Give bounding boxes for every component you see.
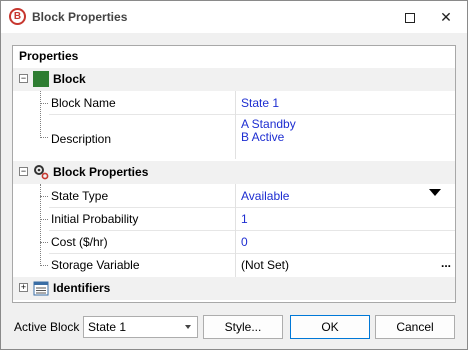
property-name: Cost ($/hr) bbox=[51, 235, 108, 249]
property-name: Block Name bbox=[51, 96, 116, 110]
property-value-line[interactable]: B Active bbox=[241, 130, 284, 144]
property-row-description[interactable]: Description A Standby B Active bbox=[13, 115, 455, 159]
style-button[interactable]: Style... bbox=[203, 315, 283, 339]
active-block-value: State 1 bbox=[88, 320, 127, 334]
property-value[interactable]: 0 bbox=[241, 235, 248, 249]
category-block[interactable]: − Block bbox=[13, 68, 455, 91]
property-grid-header: Properties bbox=[19, 49, 79, 63]
gears-icon bbox=[34, 165, 49, 180]
calendar-list-icon bbox=[33, 281, 49, 296]
collapse-toggle-icon[interactable]: − bbox=[19, 167, 28, 176]
category-label: Block Properties bbox=[53, 165, 149, 179]
block-properties-window: B Block Properties ✕ Properties − Block … bbox=[0, 0, 468, 350]
property-row-storage-variable[interactable]: Storage Variable (Not Set) ... bbox=[13, 254, 455, 277]
property-name: Initial Probability bbox=[51, 212, 139, 226]
chevron-down-icon bbox=[185, 325, 191, 329]
maximize-button[interactable] bbox=[394, 1, 426, 33]
property-value[interactable]: 1 bbox=[241, 212, 248, 226]
category-label: Identifiers bbox=[53, 281, 111, 295]
active-block-select[interactable]: State 1 bbox=[83, 316, 198, 338]
green-square-icon bbox=[33, 71, 49, 87]
category-label: Block bbox=[53, 72, 86, 86]
property-name: State Type bbox=[51, 189, 109, 203]
close-button[interactable]: ✕ bbox=[430, 1, 462, 33]
ellipsis-button[interactable]: ... bbox=[441, 256, 451, 270]
title-bar: B Block Properties ✕ bbox=[1, 1, 467, 33]
column-divider bbox=[235, 91, 236, 159]
property-row-block-name[interactable]: Block Name State 1 bbox=[13, 91, 455, 114]
property-row-initial-probability[interactable]: Initial Probability 1 bbox=[13, 208, 455, 231]
category-identifiers[interactable]: + Identifiers bbox=[13, 277, 455, 300]
property-value[interactable]: State 1 bbox=[241, 96, 279, 110]
property-row-cost[interactable]: Cost ($/hr) 0 bbox=[13, 231, 455, 254]
window-title: Block Properties bbox=[32, 10, 128, 24]
column-divider bbox=[235, 184, 236, 277]
ok-button[interactable]: OK bbox=[290, 315, 370, 339]
property-row-state-type[interactable]: State Type Available bbox=[13, 184, 455, 207]
active-block-label: Active Block bbox=[14, 320, 80, 334]
property-value[interactable]: (Not Set) bbox=[241, 258, 289, 272]
app-logo-icon: B bbox=[9, 8, 26, 25]
expand-toggle-icon[interactable]: + bbox=[19, 283, 28, 292]
maximize-icon bbox=[405, 13, 415, 24]
property-value[interactable]: Available bbox=[241, 189, 289, 203]
collapse-toggle-icon[interactable]: − bbox=[19, 74, 28, 83]
dropdown-arrow-icon[interactable] bbox=[429, 189, 441, 196]
property-name: Storage Variable bbox=[51, 258, 140, 272]
cancel-button[interactable]: Cancel bbox=[375, 315, 455, 339]
property-value-line[interactable]: A Standby bbox=[241, 117, 296, 131]
property-name: Description bbox=[51, 132, 112, 146]
category-block-properties[interactable]: − Block Properties bbox=[13, 161, 455, 184]
property-grid: Properties − Block Block Name State 1 De… bbox=[12, 45, 456, 303]
